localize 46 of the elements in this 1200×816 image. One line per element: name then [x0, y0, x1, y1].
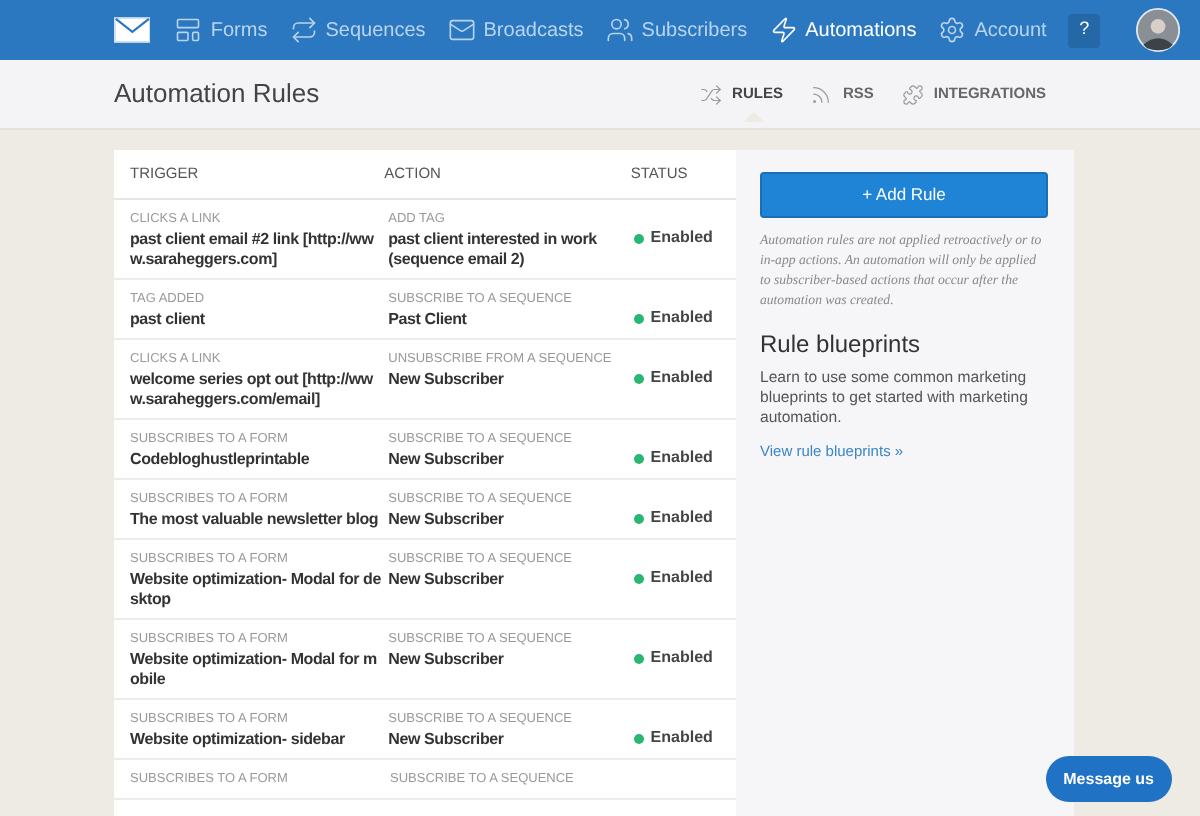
nav-item[interactable]: Forms	[174, 15, 268, 45]
nav-item[interactable]: Subscribers	[605, 15, 748, 45]
action-name: New Subscriber	[388, 570, 506, 590]
status-text: Enabled	[650, 366, 713, 390]
add-rule-button[interactable]: + Add Rule	[760, 172, 1048, 218]
puzzle-icon	[901, 83, 924, 105]
nav-item[interactable]: Sequences	[289, 15, 426, 45]
lightning-icon	[769, 16, 798, 44]
trigger-name: Website optimization- sidebar	[130, 730, 347, 750]
avatar-icon[interactable]	[1135, 6, 1180, 54]
envelope-icon	[447, 16, 476, 44]
action-name: Past Client	[388, 310, 469, 330]
status-text: Enabled	[650, 726, 713, 750]
status-text: Enabled	[650, 306, 713, 330]
action-name: New Subscriber	[388, 650, 506, 670]
action-name: New Subscriber	[388, 370, 506, 390]
trigger-name: Codebloghustleprintable	[130, 450, 312, 470]
blueprints-heading: Rule blueprints	[760, 328, 923, 362]
help-button[interactable]: ?	[1068, 13, 1100, 47]
page-title: Automation Rules	[114, 76, 320, 113]
rss-icon	[810, 83, 833, 105]
users-icon	[605, 16, 634, 44]
status-text: Enabled	[650, 506, 713, 530]
action-name: New Subscriber	[388, 510, 506, 530]
action-name: New Subscriber	[388, 450, 506, 470]
arrows-icon	[289, 16, 318, 44]
shuffle-icon	[700, 83, 723, 105]
trigger-name: past client email #2 link [http://www.saraheggers.com]	[130, 230, 376, 270]
action-name: New Subscriber	[388, 730, 506, 750]
trigger-name: Website optimization- Modal for mobile	[130, 650, 379, 690]
status-text: Enabled	[650, 226, 713, 250]
action-name: past client interested in work (sequence email 2)	[388, 230, 599, 270]
envelope-logo-icon[interactable]	[114, 16, 151, 44]
trigger-name: past client	[130, 310, 207, 330]
nav-item[interactable]: Automations	[769, 15, 917, 45]
status-text: Enabled	[650, 566, 713, 590]
layout-icon	[174, 16, 203, 44]
nav-item[interactable]: Account	[938, 15, 1047, 45]
trigger-name: The most valuable newsletter blog	[130, 510, 381, 530]
trigger-name: welcome series opt out [http://www.saraheggers.com/email]	[130, 370, 375, 410]
trigger-name: Website optimization- Modal for desktop	[130, 570, 383, 610]
gear-icon	[938, 16, 967, 44]
nav-item[interactable]: Broadcasts	[447, 15, 584, 45]
status-text: Enabled	[650, 646, 713, 670]
status-text: Enabled	[650, 446, 713, 470]
message-us-button[interactable]: Message us	[1045, 756, 1172, 802]
